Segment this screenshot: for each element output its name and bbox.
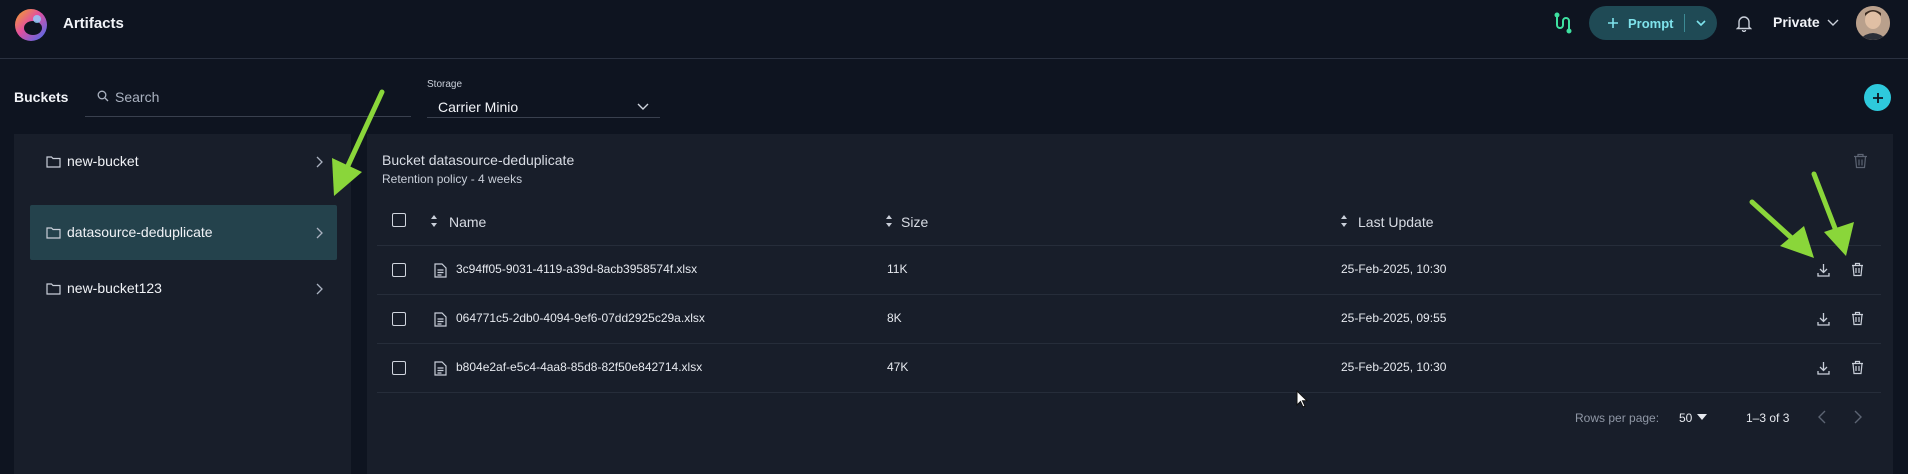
download-icon[interactable] [1817,312,1830,326]
file-size: 11K [887,262,908,276]
chevron-down-icon [637,102,649,111]
file-size: 8K [887,311,902,325]
annotation-arrow-icon [1811,171,1854,256]
sort-icon[interactable] [885,214,893,228]
file-name[interactable]: b804e2af-e5c4-4aa8-85d8-82f50e842714.xls… [456,360,702,374]
sort-icon[interactable] [430,214,438,228]
plus-icon [1872,92,1884,104]
file-icon [434,312,447,327]
folder-icon [46,282,61,295]
table-header: Name Size Last Update [377,202,1881,246]
bucket-title: Bucket datasource-deduplicate [382,152,575,168]
row-checkbox[interactable] [392,361,406,375]
storage-select[interactable]: Carrier Minio [427,94,660,118]
column-header-last-update[interactable]: Last Update [1358,214,1434,230]
file-updated: 25-Feb-2025, 09:55 [1341,311,1447,325]
trash-icon[interactable] [1851,311,1864,326]
select-all-checkbox[interactable] [392,213,406,227]
rows-per-page-label: Rows per page: [1575,411,1660,425]
sidebar-item-new-bucket[interactable]: new-bucket [30,134,337,189]
app-logo[interactable] [14,8,48,42]
file-icon [434,263,447,278]
prompt-label: Prompt [1628,15,1674,31]
storage-label: Storage [427,79,463,90]
visibility-selector[interactable]: Private [1773,14,1820,30]
storage-value: Carrier Minio [438,99,519,115]
prompt-button[interactable]: Prompt [1589,6,1717,40]
plus-icon [1607,17,1619,29]
table-row[interactable]: 064771c5-2db0-4094-9ef6-07dd2925c29a.xls… [377,295,1881,344]
chevron-right-icon[interactable] [1853,410,1862,424]
download-icon[interactable] [1817,263,1830,277]
app-title: Artifacts [63,15,124,32]
file-name[interactable]: 064771c5-2db0-4094-9ef6-07dd2925c29a.xls… [456,311,705,325]
sidebar-item-new-bucket123[interactable]: new-bucket123 [30,261,337,316]
annotation-arrow-icon [332,89,385,196]
column-header-name[interactable]: Name [449,214,486,230]
flow-icon[interactable] [1551,12,1573,34]
sidebar-item-label: new-bucket [67,153,139,169]
sidebar-item-label: new-bucket123 [67,280,162,296]
avatar[interactable] [1856,6,1890,40]
search-icon [97,90,109,102]
file-icon [434,361,447,376]
divider [1683,14,1685,32]
row-checkbox[interactable] [392,263,406,277]
file-updated: 25-Feb-2025, 10:30 [1341,360,1447,374]
trash-icon[interactable] [1851,360,1864,375]
add-bucket-button[interactable] [1864,84,1891,111]
chevron-left-icon[interactable] [1818,410,1827,424]
trash-icon[interactable] [1851,262,1864,277]
file-size: 47K [887,360,909,374]
sidebar-item-label: datasource-deduplicate [67,224,213,240]
chevron-right-icon [315,227,323,239]
chevron-right-icon [315,283,323,295]
table-row[interactable]: b804e2af-e5c4-4aa8-85d8-82f50e842714.xls… [377,344,1881,393]
file-name[interactable]: 3c94ff05-9031-4119-a39d-8acb3958574f.xls… [456,262,697,276]
chevron-down-icon[interactable] [1695,17,1707,29]
row-checkbox[interactable] [392,312,406,326]
caret-down-icon[interactable] [1697,414,1707,421]
bucket-sidebar: new-bucket datasource-deduplicate new-bu… [14,134,351,474]
chevron-down-icon[interactable] [1827,17,1839,27]
download-icon[interactable] [1817,361,1830,375]
mouse-cursor-icon [1296,390,1308,408]
page-range: 1–3 of 3 [1746,411,1790,425]
bell-icon[interactable] [1736,14,1752,32]
table-row[interactable]: 3c94ff05-9031-4119-a39d-8acb3958574f.xls… [377,246,1881,295]
folder-icon [46,226,61,239]
delete-bucket-icon[interactable] [1853,153,1868,169]
sort-icon[interactable] [1340,214,1348,228]
file-updated: 25-Feb-2025, 10:30 [1341,262,1447,276]
sidebar-item-datasource-deduplicate[interactable]: datasource-deduplicate [30,205,337,260]
folder-icon [46,155,61,168]
column-header-size[interactable]: Size [901,214,928,230]
rows-per-page-select[interactable]: 50 [1679,411,1692,425]
retention-policy: Retention policy - 4 weeks [382,172,523,186]
buckets-label: Buckets [14,89,69,105]
